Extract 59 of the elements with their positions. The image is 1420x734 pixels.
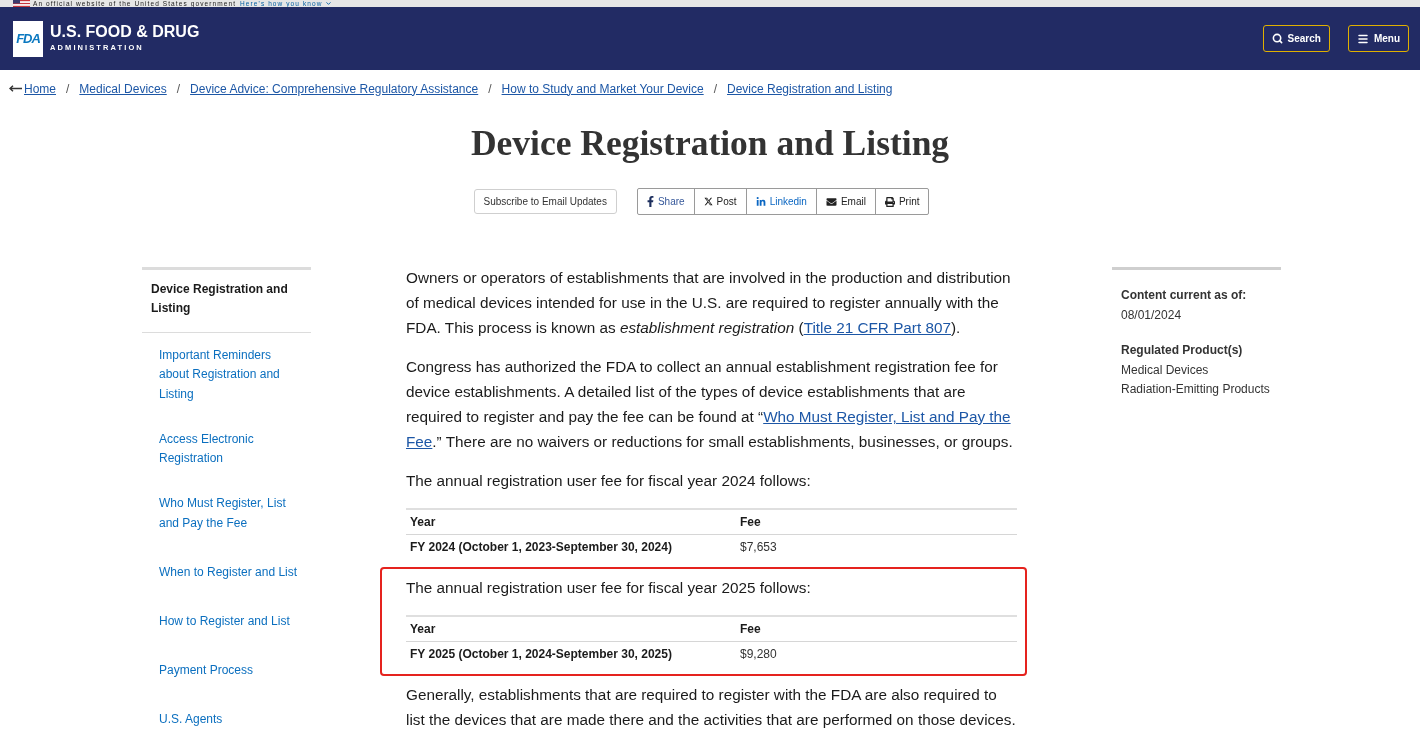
envelope-icon [825, 196, 837, 207]
table-intro: The annual registration user fee for fiscal year 2024 follows: [406, 471, 812, 491]
breadcrumb-separator: / [488, 80, 492, 98]
sidebar-link[interactable]: How to Register and List [159, 611, 290, 631]
chevron-down-icon [324, 0, 332, 7]
paragraph: Generally, establishments that are required to register with the FDA are also required to list the devices that are made there and the activities that are performed on those devices. [406, 685, 1017, 730]
breadcrumb-link[interactable]: Device Registration and Listing [727, 79, 893, 98]
linkedin-icon [755, 196, 766, 207]
x-logo-icon [703, 197, 713, 206]
breadcrumb-link[interactable]: Home [24, 79, 56, 98]
sidebar-link[interactable]: U.S. Agents [159, 709, 223, 729]
table-cell: FY 2025 (October 1, 2024-September 30, 2025) [410, 646, 672, 661]
share-button[interactable]: Post [694, 189, 747, 214]
text-link[interactable]: Who Must Register, List and Pay the [763, 408, 1011, 425]
printer-icon [884, 196, 895, 207]
sidebar-link[interactable]: Access Electronic Registration [159, 429, 301, 469]
sidebar-link[interactable]: Payment Process [159, 660, 254, 680]
menu-button[interactable]: Menu [1347, 25, 1409, 52]
paragraph: Congress has authorized the FDA to collect an annual establishment registration fee for device establishments. A detailed list of the types of device establishments that are required to register and pay the fee can be found at “Who Must Register, List and Pay the Fee.” There are no waivers or reductions for small establishments, businesses, or groups. [406, 357, 1014, 452]
text-link[interactable]: Fee [406, 433, 433, 450]
breadcrumb-link[interactable]: How to Study and Market Your Device [501, 79, 704, 98]
page-title: Device Registration and Listing [470, 123, 950, 163]
subscribe-button[interactable]: Subscribe to Email Updates [473, 189, 617, 214]
table-intro: The annual registration user fee for fiscal year 2025 follows: [406, 578, 812, 598]
share-button[interactable]: Linkedin [746, 189, 817, 214]
breadcrumb-separator: / [713, 80, 717, 98]
flag-icon [13, 0, 30, 7]
menu-icon [1356, 32, 1369, 45]
logo-badge[interactable]: FDA [13, 20, 43, 57]
sidebar-link[interactable]: Important Reminders about Registration and Listing [159, 345, 301, 404]
share-button[interactable]: Share [637, 189, 695, 214]
breadcrumb-link[interactable]: Medical Devices [79, 79, 167, 98]
share-button[interactable]: Print [875, 189, 929, 214]
breadcrumb-separator: / [176, 80, 181, 98]
info-value: Medical Devices [1121, 361, 1210, 379]
text-link[interactable]: Title 21 CFR Part 807 [803, 319, 951, 336]
info-heading: Content current as of: [1121, 287, 1248, 304]
search-icon [1271, 33, 1283, 44]
column-header: Fee [740, 514, 761, 529]
column-header: Fee [740, 621, 761, 636]
back-arrow-icon [9, 85, 22, 92]
breadcrumb-separator: / [66, 80, 70, 98]
agency-name: U.S. FOOD & DRUG [50, 23, 200, 41]
facebook-icon [646, 196, 654, 207]
info-value: Radiation-Emitting Products [1121, 381, 1271, 398]
sidebar-heading[interactable]: Device Registration and Listing [142, 270, 311, 333]
search-button[interactable]: Search [1262, 25, 1330, 52]
table-cell: FY 2024 (October 1, 2023-September 30, 2024) [410, 539, 672, 554]
table-cell: $9,280 [740, 646, 777, 661]
column-header: Year [410, 514, 436, 529]
sidebar-link[interactable]: When to Register and List [159, 562, 298, 582]
breadcrumb-link[interactable]: Device Advice: Comprehensive Regulatory Assistance [190, 79, 479, 98]
info-heading: Regulated Product(s) [1121, 341, 1244, 359]
column-header: Year [410, 621, 436, 636]
paragraph: Owners or operators of establishments that are involved in the production and distribution of medical devices intended for use in the U.S. are required to register annually with the FDA. This process is known as establishment registration (Title 21 CFR Part 807). [406, 268, 1012, 338]
sidebar-link[interactable]: Who Must Register, List and Pay the Fee [159, 494, 301, 533]
table-cell: $7,653 [740, 539, 777, 554]
info-value: 08/01/2024 [1121, 307, 1183, 324]
share-button[interactable]: Email [816, 189, 876, 214]
